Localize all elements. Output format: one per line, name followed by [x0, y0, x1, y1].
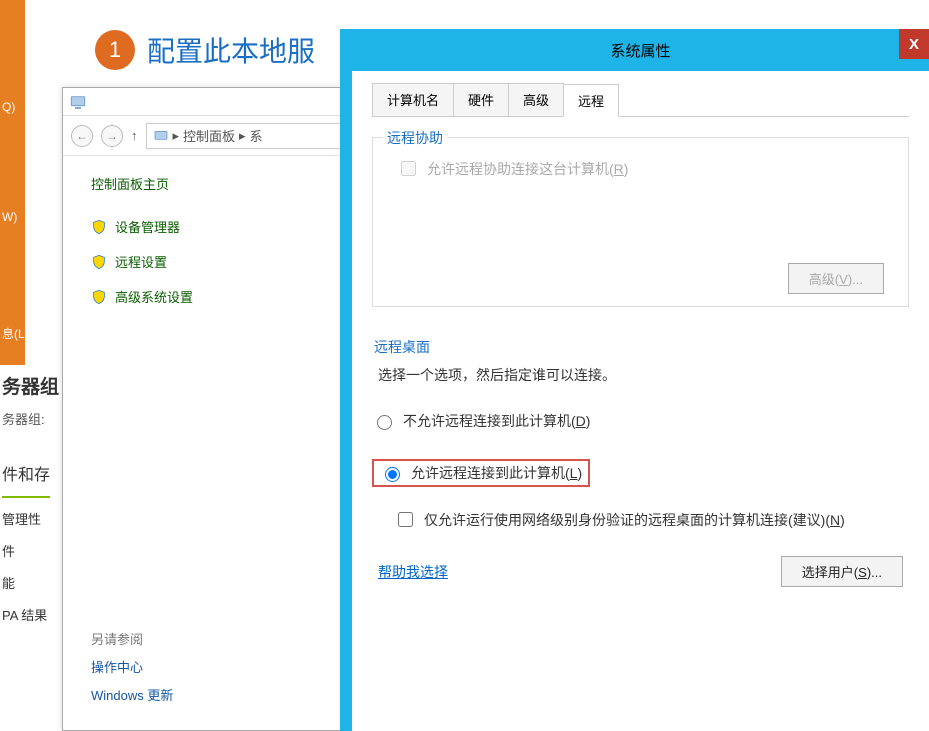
tab-row: 计算机名 硬件 高级 远程: [372, 83, 909, 117]
page-header: 1 配置此本地服: [95, 30, 315, 70]
breadcrumb[interactable]: ▸ 控制面板 ▸ 系: [146, 123, 344, 149]
rdp-bottom-row: 帮助我选择 选择用户(S)...: [372, 556, 909, 587]
highlighted-allow-option: 允许远程连接到此计算机(L): [372, 459, 590, 487]
chk-nla-only-input[interactable]: [398, 512, 413, 527]
cp-related-link-windows-update[interactable]: Windows 更新: [91, 682, 173, 710]
forward-button[interactable]: →: [101, 125, 123, 147]
chk-nla-only[interactable]: 仅允许运行使用网络级别身份验证的远程桌面的计算机连接(建议)(N): [394, 509, 909, 530]
up-arrow-icon[interactable]: ↑: [131, 128, 138, 143]
cp-related: 另请参阅 操作中心 Windows 更新: [91, 626, 173, 710]
close-button[interactable]: X: [899, 29, 929, 59]
tab-remote[interactable]: 远程: [563, 84, 619, 117]
rdp-description: 选择一个选项，然后指定谁可以连接。: [378, 365, 909, 385]
server-group-sub: 务器组:: [2, 404, 62, 436]
left-nav-strip: Q) W) 息(L): [0, 0, 25, 365]
step-number-badge: 1: [95, 30, 135, 70]
cp-link-label: 远程设置: [115, 252, 167, 271]
radio-deny-remote-input[interactable]: [377, 415, 392, 430]
sidebar-item-pa[interactable]: PA 结果: [2, 600, 62, 632]
group-remote-assist: 远程协助 允许远程协助连接这台计算机(R) 高级(V)...: [372, 137, 909, 307]
link-help-choose[interactable]: 帮助我选择: [378, 562, 448, 582]
cp-body: 控制面板主页 设备管理器 远程设置 高级系统设置: [63, 156, 351, 332]
cp-link-advanced-settings[interactable]: 高级系统设置: [91, 287, 331, 306]
sidebar-server-group: 务器组 务器组: 件和存 管理性 件 能 PA 结果: [0, 372, 62, 632]
computer-icon: [153, 128, 169, 144]
sidebar-item-mgmt[interactable]: 管理性: [2, 504, 62, 536]
tab-hardware[interactable]: 硬件: [453, 83, 509, 116]
system-properties-dialog: 系统属性 X 计算机名 硬件 高级 远程 远程协助 允许远程协助连接这台计算机(…: [340, 29, 929, 731]
cp-link-label: 设备管理器: [115, 217, 180, 236]
shield-icon: [91, 289, 107, 305]
cp-link-device-manager[interactable]: 设备管理器: [91, 217, 331, 236]
page-title: 配置此本地服: [147, 30, 315, 70]
cp-icon-bar: [63, 88, 351, 116]
chk-allow-remote-assist-input: [401, 161, 416, 176]
back-button[interactable]: ←: [71, 125, 93, 147]
computer-icon: [69, 93, 87, 111]
breadcrumb-tail[interactable]: 系: [250, 126, 263, 145]
group-title-assist: 远程协助: [383, 128, 447, 148]
nav-w[interactable]: W): [2, 210, 17, 224]
breadcrumb-sep: ▸: [239, 128, 246, 144]
radio-allow-remote-input[interactable]: [385, 467, 400, 482]
group-title-rdp: 远程桌面: [374, 337, 909, 357]
chk-allow-remote-assist-label: 允许远程协助连接这台计算机(R): [427, 159, 628, 179]
cp-link-remote-settings[interactable]: 远程设置: [91, 252, 331, 271]
tab-computer-name[interactable]: 计算机名: [372, 83, 454, 116]
chk-allow-remote-assist: 允许远程协助连接这台计算机(R): [397, 158, 884, 179]
dialog-titlebar[interactable]: 系统属性 X: [352, 29, 929, 71]
nav-q[interactable]: Q): [2, 100, 15, 114]
chk-nla-only-label: 仅允许运行使用网络级别身份验证的远程桌面的计算机连接(建议)(N): [424, 510, 845, 530]
btn-select-users[interactable]: 选择用户(S)...: [781, 556, 903, 587]
cp-title: 控制面板主页: [91, 174, 331, 193]
breadcrumb-root[interactable]: 控制面板: [183, 126, 235, 145]
shield-icon: [91, 219, 107, 235]
btn-advanced: 高级(V)...: [788, 263, 884, 294]
control-panel-window: ← → ↑ ▸ 控制面板 ▸ 系 控制面板主页 设备管理器 远程设置 高级系统设…: [62, 87, 352, 731]
dialog-title: 系统属性: [610, 40, 670, 61]
cp-related-link-action-center[interactable]: 操作中心: [91, 654, 173, 682]
radio-deny-remote-label: 不允许远程连接到此计算机(D): [403, 411, 590, 431]
cp-link-label: 高级系统设置: [115, 287, 193, 306]
sidebar-item-files[interactable]: 件和存: [2, 460, 50, 498]
group-remote-desktop: 远程桌面 选择一个选项，然后指定谁可以连接。 不允许远程连接到此计算机(D) 允…: [372, 337, 909, 587]
nav-info[interactable]: 息(L): [2, 325, 29, 342]
breadcrumb-sep: ▸: [173, 128, 180, 144]
tab-advanced[interactable]: 高级: [508, 83, 564, 116]
dialog-body: 计算机名 硬件 高级 远程 远程协助 允许远程协助连接这台计算机(R) 高级(V…: [352, 71, 929, 607]
radio-deny-remote[interactable]: 不允许远程连接到此计算机(D): [372, 411, 909, 431]
shield-icon: [91, 254, 107, 270]
sidebar-item-parts[interactable]: 件: [2, 536, 62, 568]
server-group-title: 务器组: [2, 372, 62, 404]
sidebar-item-perf[interactable]: 能: [2, 568, 62, 600]
close-icon: X: [909, 36, 919, 53]
radio-allow-remote-label: 允许远程连接到此计算机(L): [411, 463, 582, 483]
cp-related-title: 另请参阅: [91, 626, 173, 654]
cp-nav-row: ← → ↑ ▸ 控制面板 ▸ 系: [63, 116, 351, 156]
radio-allow-remote[interactable]: 允许远程连接到此计算机(L): [380, 463, 582, 483]
